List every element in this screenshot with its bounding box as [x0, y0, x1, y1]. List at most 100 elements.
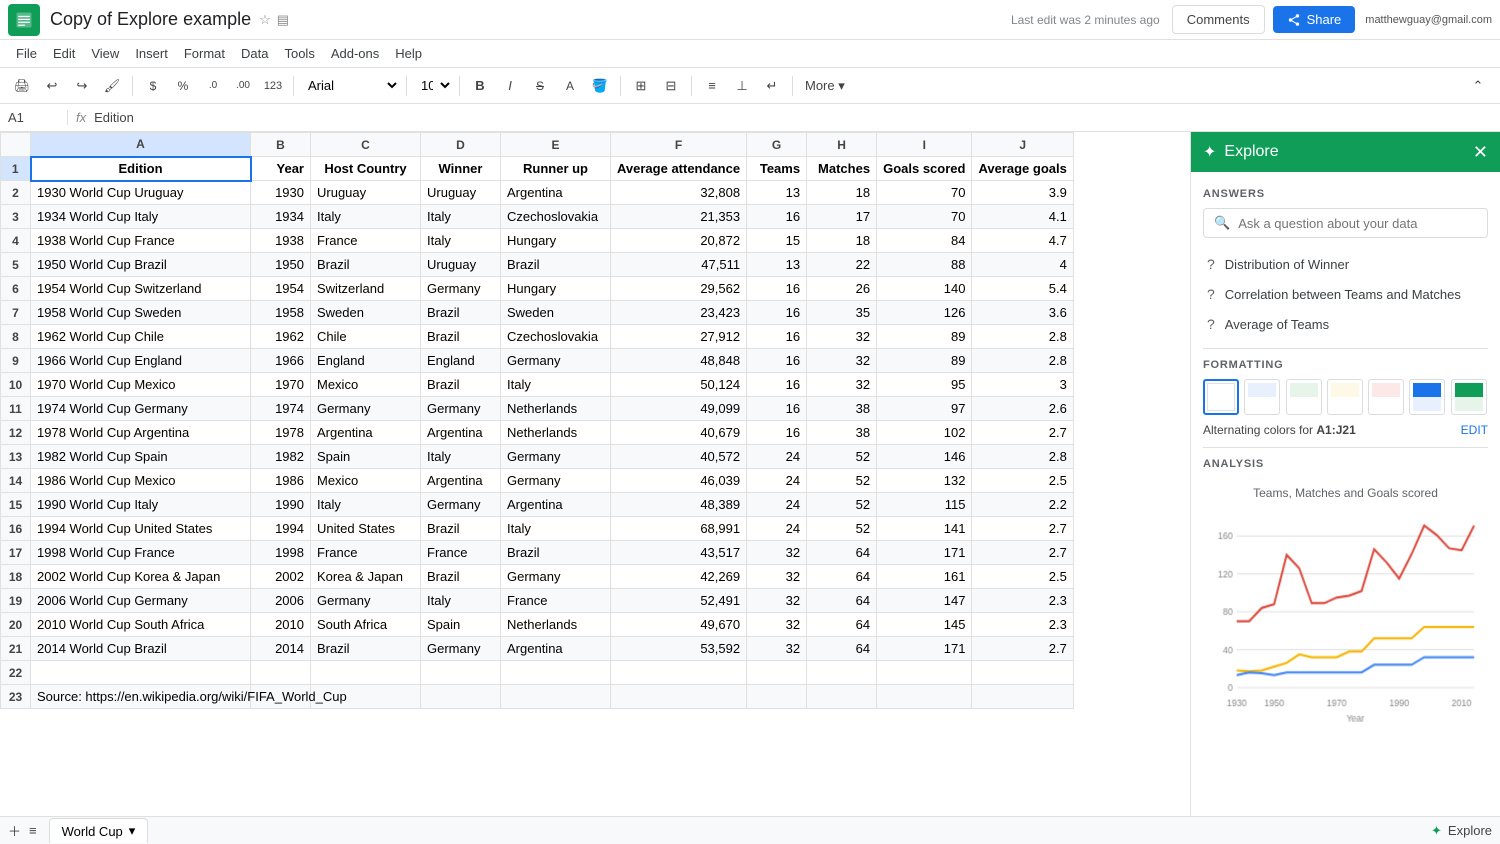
cell-11-F[interactable]: 49,099 — [611, 397, 747, 421]
sheet-tab-world-cup[interactable]: World Cup ▾ — [49, 818, 149, 843]
cell-20-E[interactable]: Netherlands — [501, 613, 611, 637]
cell-6-F[interactable]: 29,562 — [611, 277, 747, 301]
cell-5-E[interactable]: Brazil — [501, 253, 611, 277]
cell-14-C[interactable]: Mexico — [311, 469, 421, 493]
cell-21-E[interactable]: Argentina — [501, 637, 611, 661]
cell-19-F[interactable]: 52,491 — [611, 589, 747, 613]
cell-5-I[interactable]: 88 — [877, 253, 972, 277]
cell-3-I[interactable]: 70 — [877, 205, 972, 229]
cell-15-G[interactable]: 24 — [747, 493, 807, 517]
cell-21-I[interactable]: 171 — [877, 637, 972, 661]
more-button[interactable]: More ▾ — [799, 72, 851, 100]
cell-5-D[interactable]: Uruguay — [421, 253, 501, 277]
col-header-A[interactable]: A — [31, 133, 251, 157]
cell-14-E[interactable]: Germany — [501, 469, 611, 493]
cell-9-D[interactable]: England — [421, 349, 501, 373]
doc-title[interactable]: Copy of Explore example — [50, 9, 251, 30]
cell-12-D[interactable]: Argentina — [421, 421, 501, 445]
redo-button[interactable]: ↪ — [68, 72, 96, 100]
cell-14-J[interactable]: 2.5 — [972, 469, 1073, 493]
answer-distribution[interactable]: ? Distribution of Winner — [1203, 250, 1488, 278]
fmt-option-orange[interactable] — [1368, 379, 1404, 415]
row-header-12[interactable]: 12 — [1, 421, 31, 445]
menu-insert[interactable]: Insert — [127, 44, 176, 63]
cell-7-D[interactable]: Brazil — [421, 301, 501, 325]
cell-8-F[interactable]: 27,912 — [611, 325, 747, 349]
row-header-22[interactable]: 22 — [1, 661, 31, 685]
cell-7-E[interactable]: Sweden — [501, 301, 611, 325]
cell-17-B[interactable]: 1998 — [251, 541, 311, 565]
align-button[interactable]: ≡ — [698, 72, 726, 100]
cell-8-J[interactable]: 2.8 — [972, 325, 1073, 349]
cell-4-E[interactable]: Hungary — [501, 229, 611, 253]
cell-16-G[interactable]: 24 — [747, 517, 807, 541]
cell-21-C[interactable]: Brazil — [311, 637, 421, 661]
cell-12-C[interactable]: Argentina — [311, 421, 421, 445]
cell-2-H[interactable]: 18 — [807, 181, 877, 205]
row-header-3[interactable]: 3 — [1, 205, 31, 229]
cell-19-G[interactable]: 32 — [747, 589, 807, 613]
cell-4-D[interactable]: Italy — [421, 229, 501, 253]
cell-15-H[interactable]: 52 — [807, 493, 877, 517]
cell-18-I[interactable]: 161 — [877, 565, 972, 589]
comments-button[interactable]: Comments — [1172, 5, 1265, 34]
cell-17-A[interactable]: 1998 World Cup France — [31, 541, 251, 565]
row-header-15[interactable]: 15 — [1, 493, 31, 517]
cell-20-H[interactable]: 64 — [807, 613, 877, 637]
cell-22-D[interactable] — [421, 661, 501, 685]
row-header-5[interactable]: 5 — [1, 253, 31, 277]
cell-20-J[interactable]: 2.3 — [972, 613, 1073, 637]
row-header-6[interactable]: 6 — [1, 277, 31, 301]
sheet-list-button[interactable]: ≡ — [29, 823, 37, 838]
cell-17-G[interactable]: 32 — [747, 541, 807, 565]
cell-21-A[interactable]: 2014 World Cup Brazil — [31, 637, 251, 661]
row-header-4[interactable]: 4 — [1, 229, 31, 253]
cell-10-F[interactable]: 50,124 — [611, 373, 747, 397]
cell-1-C[interactable]: Host Country — [311, 157, 421, 181]
cell-19-H[interactable]: 64 — [807, 589, 877, 613]
cell-17-I[interactable]: 171 — [877, 541, 972, 565]
cell-14-B[interactable]: 1986 — [251, 469, 311, 493]
cell-2-A[interactable]: 1930 World Cup Uruguay — [31, 181, 251, 205]
paint-format-button[interactable]: 🖌 — [98, 72, 126, 100]
decimal-more-button[interactable]: .00 — [229, 72, 257, 100]
cell-23-H[interactable] — [807, 685, 877, 709]
cell-8-C[interactable]: Chile — [311, 325, 421, 349]
explore-bottom-button[interactable]: ✦ Explore — [1431, 823, 1492, 839]
user-email[interactable]: matthewguay@gmail.com — [1365, 14, 1492, 26]
cell-7-I[interactable]: 126 — [877, 301, 972, 325]
merge-button[interactable]: ⊟ — [657, 72, 685, 100]
cell-8-I[interactable]: 89 — [877, 325, 972, 349]
row-header-13[interactable]: 13 — [1, 445, 31, 469]
cell-13-C[interactable]: Spain — [311, 445, 421, 469]
cell-22-I[interactable] — [877, 661, 972, 685]
row-header-14[interactable]: 14 — [1, 469, 31, 493]
cell-11-G[interactable]: 16 — [747, 397, 807, 421]
cell-6-C[interactable]: Switzerland — [311, 277, 421, 301]
cell-14-F[interactable]: 46,039 — [611, 469, 747, 493]
cell-10-C[interactable]: Mexico — [311, 373, 421, 397]
cell-4-I[interactable]: 84 — [877, 229, 972, 253]
cell-21-D[interactable]: Germany — [421, 637, 501, 661]
cell-19-B[interactable]: 2006 — [251, 589, 311, 613]
cell-12-E[interactable]: Netherlands — [501, 421, 611, 445]
currency-button[interactable]: $ — [139, 72, 167, 100]
cell-22-G[interactable] — [747, 661, 807, 685]
fmt-option-dark-green[interactable] — [1451, 379, 1487, 415]
row-header-11[interactable]: 11 — [1, 397, 31, 421]
cell-19-D[interactable]: Italy — [421, 589, 501, 613]
col-header-B[interactable]: B — [251, 133, 311, 157]
cell-4-H[interactable]: 18 — [807, 229, 877, 253]
cell-22-H[interactable] — [807, 661, 877, 685]
fill-color-button[interactable]: 🪣 — [586, 72, 614, 100]
cell-15-I[interactable]: 115 — [877, 493, 972, 517]
cell-23-G[interactable] — [747, 685, 807, 709]
row-header-17[interactable]: 17 — [1, 541, 31, 565]
cell-15-D[interactable]: Germany — [421, 493, 501, 517]
cell-13-F[interactable]: 40,572 — [611, 445, 747, 469]
cell-13-B[interactable]: 1982 — [251, 445, 311, 469]
cell-12-B[interactable]: 1978 — [251, 421, 311, 445]
cell-7-C[interactable]: Sweden — [311, 301, 421, 325]
cell-3-D[interactable]: Italy — [421, 205, 501, 229]
fmt-option-blue[interactable] — [1244, 379, 1280, 415]
